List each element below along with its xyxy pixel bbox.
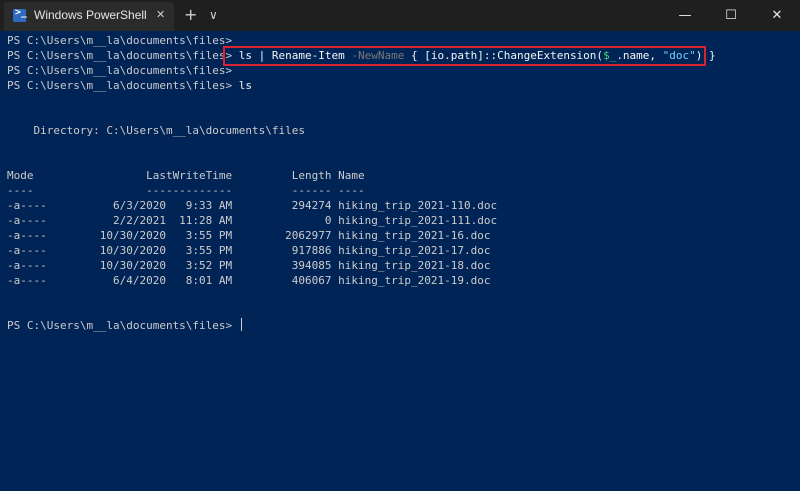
prompt-line: PS C:\Users\m__la\documents\files>	[7, 34, 239, 47]
powershell-icon: >_	[13, 7, 27, 22]
text-cursor	[240, 318, 242, 331]
table-row: -a---- 2/2/2021 11:28 AM 0 hiking_trip_2…	[7, 214, 498, 227]
table-separator: ---- ------------- ------ ----	[7, 184, 365, 197]
title-bar: >_ Windows PowerShell ✕ + ∨ — ☐ ✕	[0, 0, 800, 31]
close-tab-icon[interactable]: ✕	[156, 8, 165, 21]
table-row: -a---- 10/30/2020 3:55 PM 917886 hiking_…	[7, 244, 491, 257]
minimize-button[interactable]: —	[662, 0, 708, 31]
command-highlight-box	[223, 46, 706, 66]
ls-command-line: PS C:\Users\m__la\documents\files> ls	[7, 79, 253, 92]
table-row: -a---- 6/3/2020 9:33 AM 294274 hiking_tr…	[7, 199, 498, 212]
table-header: Mode LastWriteTime Length Name	[7, 169, 365, 182]
tab-title: Windows PowerShell	[34, 8, 147, 22]
chevron-down-icon[interactable]: ∨	[209, 8, 218, 22]
prompt-line: PS C:\Users\m__la\documents\files>	[7, 64, 239, 77]
terminal-output[interactable]: PS C:\Users\m__la\documents\files> PS C:…	[0, 31, 800, 491]
active-prompt-line[interactable]: PS C:\Users\m__la\documents\files>	[7, 318, 242, 333]
close-window-button[interactable]: ✕	[754, 0, 800, 31]
table-row: -a---- 6/4/2020 8:01 AM 406067 hiking_tr…	[7, 274, 491, 287]
table-row: -a---- 10/30/2020 3:55 PM 2062977 hiking…	[7, 229, 491, 242]
maximize-button[interactable]: ☐	[708, 0, 754, 31]
directory-line: Directory: C:\Users\m__la\documents\file…	[7, 124, 306, 137]
table-row: -a---- 10/30/2020 3:52 PM 394085 hiking_…	[7, 259, 491, 272]
tab-windows-powershell[interactable]: >_ Windows PowerShell ✕	[4, 2, 174, 31]
new-tab-button[interactable]: +	[184, 5, 197, 24]
